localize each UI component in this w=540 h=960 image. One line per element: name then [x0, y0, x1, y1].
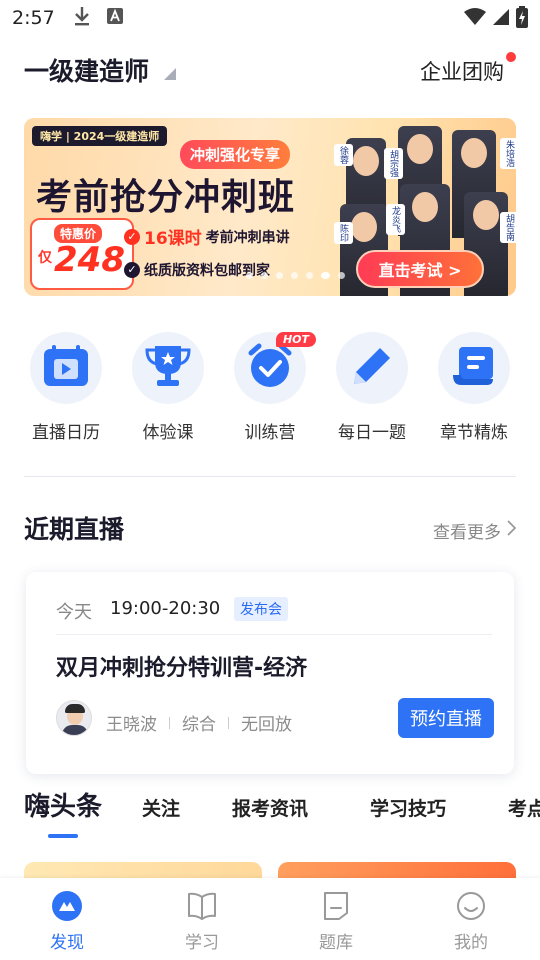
tab-exam-news[interactable]: 报考资讯: [232, 794, 308, 821]
signal-icon: [492, 8, 510, 30]
nav-label: 发现: [50, 933, 84, 953]
banner-feature-1: ✓ 16课时 考前冲刺串讲: [124, 224, 290, 249]
teacher-name: 陈印: [334, 222, 353, 244]
nav-label: 题库: [319, 933, 353, 953]
quick-menu-live-calendar[interactable]: 直播日历: [15, 332, 117, 443]
pagination-dot: [291, 272, 298, 279]
status-time: 2:57: [12, 7, 55, 29]
download-icon: [73, 6, 91, 30]
quick-menu-label: 训练营: [244, 423, 296, 443]
teacher-name: 朱培浩: [500, 138, 516, 169]
banner-cta-button[interactable]: 直击考试 >: [356, 250, 484, 288]
feature-text: 考前冲刺串讲: [205, 229, 290, 246]
hot-badge: HOT: [275, 332, 316, 347]
divider: [24, 476, 516, 477]
scroll-icon: [451, 345, 497, 391]
discover-icon: [51, 890, 83, 922]
nav-study[interactable]: 学习: [157, 890, 247, 953]
live-day: 今天: [56, 602, 92, 623]
pagination-dot: [276, 272, 283, 279]
live-meta: 王晓波 综合 无回放: [106, 710, 292, 735]
quick-menu-trial-course[interactable]: 体验课: [117, 332, 219, 443]
quick-menu: 直播日历 体验课 HOT 训练营 每日一题 章节精炼: [0, 332, 540, 443]
quick-menu-label: 直播日历: [32, 423, 100, 443]
header: 一级建造师 企业团购: [0, 44, 540, 94]
banner-brand: 嗨学 | 2024一级建造师: [32, 126, 168, 146]
reserve-live-button[interactable]: 预约直播: [398, 698, 494, 738]
live-type-badge: 发布会: [234, 597, 288, 621]
nav-question-bank[interactable]: 题库: [291, 890, 381, 953]
headline-tabs: 嗨头条 关注 报考资讯 学习技巧 考点: [0, 784, 540, 844]
tab-headlines[interactable]: 嗨头条: [24, 786, 102, 823]
banner-title: 考前抢分冲刺班: [36, 177, 296, 218]
alarm-check-icon: [247, 343, 293, 393]
view-more-link[interactable]: 查看更多: [433, 518, 517, 543]
book-icon: [186, 890, 218, 922]
banner-pagination: [246, 272, 345, 279]
calendar-play-icon: [43, 345, 89, 391]
check-circle-icon: ✓: [124, 228, 140, 245]
battery-icon: [516, 6, 528, 32]
pagination-dot: [246, 272, 253, 279]
subject: 综合: [182, 715, 216, 735]
pencil-icon: [350, 344, 394, 392]
pagination-dot-active: [321, 272, 330, 279]
price-box: 特惠价 仅 248: [30, 218, 134, 290]
feature-highlight: 16课时: [144, 229, 202, 249]
check-circle-icon: ✓: [124, 262, 140, 278]
status-bar: 2:57: [0, 0, 540, 36]
price-value: 248: [54, 240, 125, 280]
divider: [56, 634, 492, 635]
nav-label: 我的: [454, 933, 488, 953]
trophy-icon: [145, 344, 191, 392]
enterprise-group-button[interactable]: 企业团购: [420, 56, 504, 86]
quick-menu-training-camp[interactable]: HOT 训练营: [219, 332, 321, 443]
teacher-name: 胡告南: [500, 212, 516, 243]
tab-indicator: [48, 834, 78, 838]
quick-menu-daily-question[interactable]: 每日一题: [321, 332, 423, 443]
wifi-icon: [464, 8, 486, 30]
pagination-dot: [261, 272, 268, 279]
teacher-name: 龙炎飞: [386, 204, 405, 235]
cert-selector[interactable]: 一级建造师: [24, 52, 149, 88]
promo-banner[interactable]: 嗨学 | 2024一级建造师 冲刺强化专享 考前抢分冲刺班 特惠价 仅 248 …: [24, 118, 516, 296]
nav-profile[interactable]: 我的: [426, 890, 516, 953]
quick-menu-label: 体验课: [142, 423, 194, 443]
question-bank-icon: [320, 890, 352, 922]
teacher-name: 胡宗强: [384, 148, 403, 179]
caret-down-icon[interactable]: [164, 68, 176, 80]
quick-menu-label: 章节精炼: [440, 423, 508, 443]
quick-menu-label: 每日一题: [338, 423, 406, 443]
tab-exam-points[interactable]: 考点: [508, 794, 540, 821]
profile-icon: [455, 890, 487, 922]
banner-tag: 冲刺强化专享: [180, 140, 291, 169]
quick-menu-chapter-refine[interactable]: 章节精炼: [423, 332, 525, 443]
chevron-right-icon: [507, 520, 517, 541]
nav-discover[interactable]: 发现: [22, 890, 112, 953]
teacher-name: 王晓波: [106, 715, 157, 735]
live-time: 19:00-20:30: [110, 598, 221, 619]
bottom-nav: 发现 学习 题库 我的: [0, 878, 540, 960]
avatar: [56, 700, 92, 736]
view-more-label: 查看更多: [433, 523, 501, 543]
live-title: 双月冲刺抢分特训营-经济: [56, 656, 308, 681]
tab-follow[interactable]: 关注: [142, 794, 180, 821]
nav-label: 学习: [185, 933, 219, 953]
live-card[interactable]: 今天 19:00-20:30 发布会 双月冲刺抢分特训营-经济 王晓波 综合 无…: [26, 572, 514, 774]
tab-study-tips[interactable]: 学习技巧: [370, 794, 446, 821]
font-a-icon: [106, 8, 123, 28]
notification-dot: [506, 52, 516, 62]
section-title-recent-live: 近期直播: [24, 515, 125, 544]
teacher-name: 徐蓉: [334, 144, 353, 166]
replay-status: 无回放: [241, 715, 292, 735]
pagination-dot: [306, 272, 313, 279]
pagination-dot: [338, 272, 345, 279]
